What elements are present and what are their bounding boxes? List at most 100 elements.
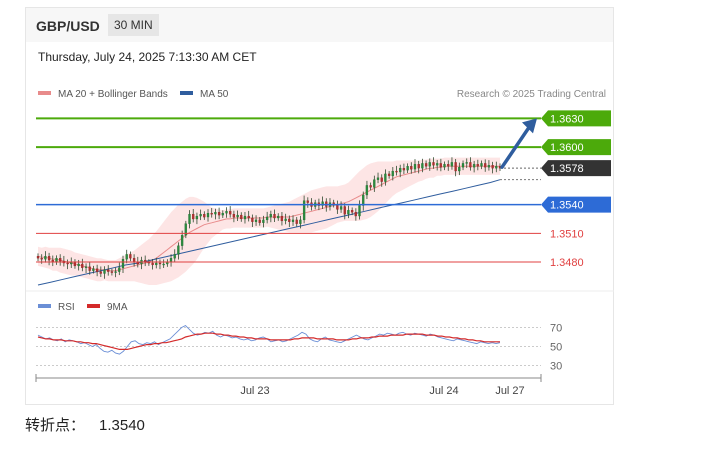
credit-text: Research © 2025 Trading Central	[457, 89, 606, 100]
level-label: 1.3510	[550, 228, 584, 240]
pivot-value: 1.3540	[99, 417, 145, 434]
projection-arrowhead	[522, 118, 537, 134]
candle-body	[302, 200, 306, 221]
candle-body	[258, 219, 261, 223]
candle-body	[299, 219, 302, 224]
candle-body	[484, 163, 487, 168]
candle-body	[358, 205, 361, 217]
candle-body	[192, 214, 195, 220]
candle-body	[95, 268, 99, 272]
candle-body	[155, 262, 158, 266]
candle-body	[472, 164, 476, 168]
candle-body	[92, 268, 95, 271]
candle-body	[59, 258, 62, 262]
candle-body	[387, 173, 391, 176]
candle-body	[195, 215, 199, 220]
candle-body	[36, 256, 40, 259]
candle-body	[295, 219, 298, 224]
candle-body	[365, 185, 369, 196]
ma50-legend-swatch	[180, 91, 193, 95]
candle-body	[306, 200, 309, 203]
candle-body	[391, 170, 394, 177]
rsi-legend-swatch	[38, 304, 51, 308]
candle-body	[480, 163, 483, 167]
candle-body	[380, 177, 383, 182]
x-tick-label: Jul 27	[495, 385, 524, 397]
candle-body	[151, 262, 154, 266]
rsi-panel: 70 50 30	[36, 323, 562, 373]
candle-body	[491, 165, 494, 169]
candle-body	[262, 219, 265, 223]
level-tag-label: 1.3600	[550, 142, 584, 154]
ma9-legend-label: 9MA	[107, 302, 128, 313]
candle-body	[461, 163, 465, 168]
candle-body	[225, 211, 228, 214]
level-tag-label: 1.3578	[550, 163, 584, 175]
candle-body	[81, 263, 84, 268]
candle-body	[158, 262, 162, 265]
ma9-legend-swatch	[87, 304, 100, 308]
candle-body	[339, 206, 343, 210]
price-chart-svg: MA 20 + Bollinger Bands MA 50 Research ©…	[26, 89, 614, 397]
candle-body	[277, 215, 280, 219]
ma9-line	[37, 332, 500, 350]
candle-body	[243, 215, 247, 220]
candle-body	[376, 177, 380, 180]
candle-body	[288, 218, 291, 222]
candle-body	[240, 214, 243, 220]
candle-body	[343, 206, 346, 215]
candle-body	[180, 235, 184, 246]
candle-body	[162, 263, 165, 266]
bollinger-band	[38, 157, 500, 285]
candle-body	[421, 163, 424, 169]
candle-body	[210, 213, 213, 215]
candle-body	[114, 271, 117, 273]
candle-body	[469, 162, 472, 168]
candle-body	[350, 210, 354, 213]
candle-body	[110, 271, 114, 273]
candle-body	[402, 168, 406, 171]
price-panel	[36, 157, 502, 286]
candle-body	[40, 258, 43, 260]
candle-body	[384, 173, 387, 182]
rsi-tick-label: 50	[550, 342, 562, 354]
candle-body	[132, 258, 136, 263]
candle-body	[454, 162, 457, 172]
candle-body	[99, 271, 102, 274]
candle-body	[369, 185, 372, 188]
candle-body	[428, 162, 431, 167]
level-tag-label: 1.3630	[550, 113, 584, 125]
candle-body	[214, 212, 217, 215]
candle-body	[103, 269, 106, 274]
candle-body	[417, 164, 420, 169]
candle-body	[424, 163, 428, 167]
candle-body	[347, 210, 350, 215]
candle-body	[432, 162, 435, 166]
candle-body	[66, 262, 69, 265]
ma20-legend-label: MA 20 + Bollinger Bands	[58, 89, 168, 100]
rsi-legend-label: RSI	[58, 302, 75, 313]
candle-body	[247, 215, 250, 219]
candle-body	[188, 214, 191, 224]
candle-body	[55, 258, 58, 263]
candle-body	[229, 211, 232, 215]
candle-body	[291, 219, 295, 222]
candle-body	[465, 162, 468, 164]
candle-body	[450, 162, 454, 167]
candle-body	[84, 266, 88, 268]
candle-body	[487, 165, 491, 168]
candle-body	[73, 261, 77, 267]
rsi-tick-label: 70	[550, 323, 562, 335]
candle-body	[206, 213, 210, 218]
candle-body	[118, 267, 121, 272]
candle-body	[439, 163, 442, 168]
candle-body	[88, 266, 91, 271]
candle-body	[284, 218, 287, 221]
candle-body	[121, 259, 125, 268]
candle-body	[406, 166, 409, 171]
candle-body	[44, 256, 47, 260]
candle-body	[107, 269, 110, 272]
candle-body	[217, 212, 221, 216]
candle-body	[254, 219, 258, 222]
candle-body	[395, 170, 398, 173]
